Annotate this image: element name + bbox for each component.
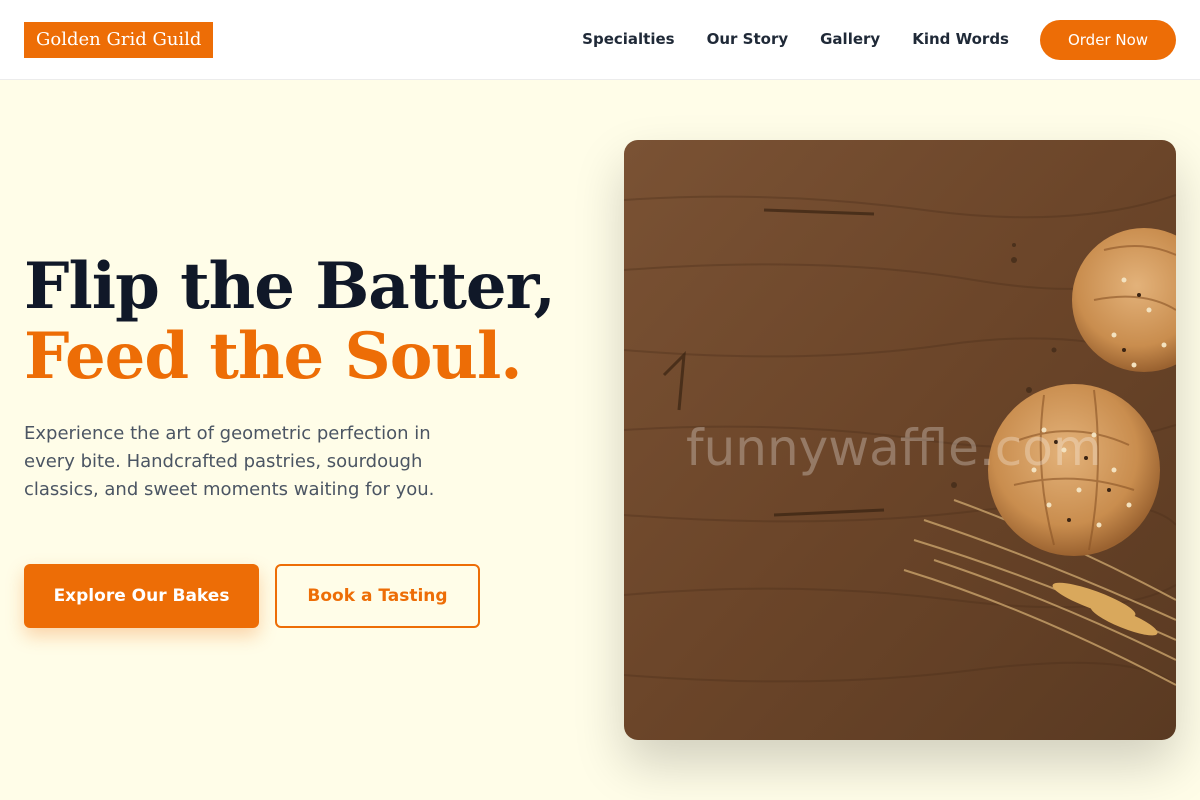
- site-header: Golden Grid Guild Specialties Our Story …: [0, 0, 1200, 80]
- nav-link-gallery[interactable]: Gallery: [820, 28, 880, 50]
- explore-bakes-button[interactable]: Explore Our Bakes: [24, 564, 259, 628]
- order-now-button[interactable]: Order Now: [1040, 20, 1176, 60]
- hero-title-line-1: Flip the Batter,: [24, 249, 556, 324]
- watermark: funnywaffle.com: [686, 419, 1102, 477]
- hero-title: Flip the Batter, Feed the Soul.: [24, 249, 556, 394]
- main-nav: Specialties Our Story Gallery Kind Words: [582, 28, 1009, 50]
- hero-description: Experience the art of geometric perfecti…: [24, 423, 435, 500]
- brand-logo[interactable]: Golden Grid Guild: [24, 22, 214, 58]
- hero-title-line-2: Feed the Soul.: [24, 319, 523, 394]
- book-tasting-button[interactable]: Book a Tasting: [275, 564, 480, 628]
- bread-on-wood-illustration: funnywaffle.com: [624, 140, 1176, 740]
- nav-link-specialties[interactable]: Specialties: [582, 28, 674, 50]
- hero-image: funnywaffle.com: [624, 140, 1176, 740]
- nav-link-kind-words[interactable]: Kind Words: [912, 28, 1009, 50]
- nav-link-our-story[interactable]: Our Story: [707, 28, 789, 50]
